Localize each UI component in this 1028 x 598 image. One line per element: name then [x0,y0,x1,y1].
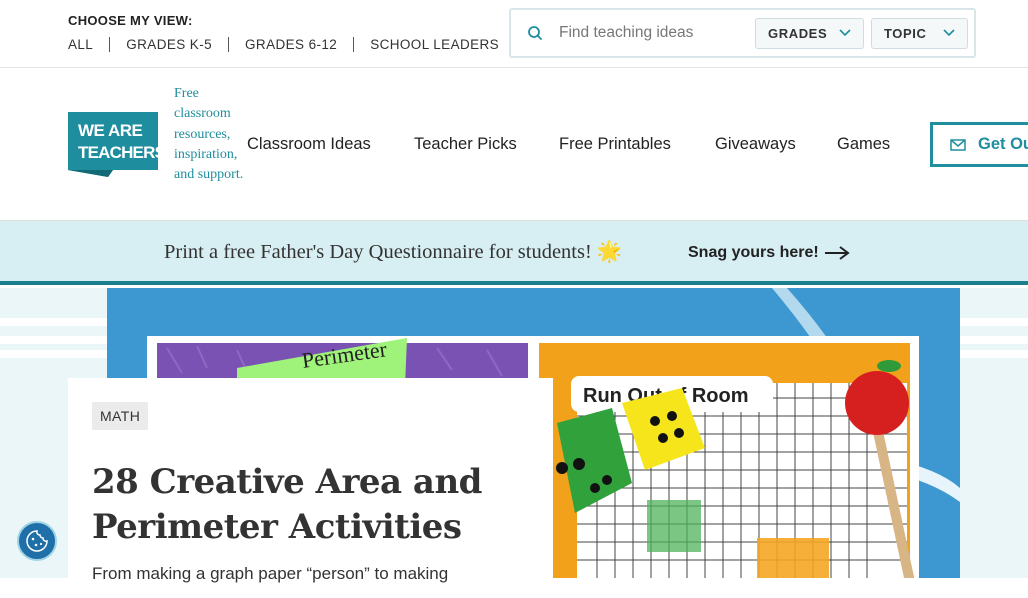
cookie-icon [26,530,48,552]
main-header: WE ARE TEACHERS Free classroom resources… [0,68,1028,221]
nav-free-printables[interactable]: Free Printables [559,135,671,154]
nav-teacher-picks[interactable]: Teacher Picks [414,135,517,154]
mail-icon [950,139,966,151]
view-link-grades-k-5[interactable]: GRADES K-5 [109,37,228,52]
promo-text: Print a free Father's Day Questionnaire … [164,241,623,263]
utility-bar: CHOOSE MY VIEW: ALL GRADES K-5 GRADES 6-… [0,0,1028,68]
grades-dropdown[interactable]: GRADES [755,18,864,49]
nav-games[interactable]: Games [837,135,890,154]
search-icon[interactable] [527,25,543,41]
article-excerpt: From making a graph paper “person” to ma… [92,564,449,583]
grades-dropdown-label: GRADES [768,26,828,41]
logo-text-line-1: WE ARE [78,121,143,140]
site-logo[interactable]: WE ARE TEACHERS [68,112,158,177]
logo-text-line-2: TEACHERS [78,143,158,162]
view-link-all[interactable]: ALL [68,37,109,52]
nav-giveaways[interactable]: Giveaways [715,135,796,154]
search-bar: GRADES TOPIC [509,8,976,58]
topic-dropdown-label: TOPIC [884,26,927,41]
view-selector-links: ALL GRADES K-5 GRADES 6-12 SCHOOL LEADER… [68,37,515,52]
newsletter-button[interactable]: Get Ou [930,122,1028,167]
view-selector-title: CHOOSE MY VIEW: [68,13,193,28]
search-input[interactable] [557,20,747,46]
view-link-school-leaders[interactable]: SCHOOL LEADERS [353,37,515,52]
nav-classroom-ideas[interactable]: Classroom Ideas [247,135,371,154]
cookie-settings-button[interactable] [17,521,57,561]
article-title[interactable]: 28 Creative Area and Perimeter Activitie… [92,460,532,550]
arrow-right-icon[interactable] [824,246,850,260]
promo-link[interactable]: Snag yours here! [688,244,819,262]
newsletter-button-label: Get Ou [978,135,1028,153]
chevron-down-icon [943,29,955,37]
site-tagline: Free classroom resources, inspiration, a… [174,86,244,183]
article-card: MATH 28 Creative Area and Perimeter Acti… [68,378,553,598]
chevron-down-icon [839,29,851,37]
category-tag[interactable]: MATH [92,402,149,430]
view-link-grades-6-12[interactable]: GRADES 6-12 [228,37,353,52]
promo-banner: Print a free Father's Day Questionnaire … [0,221,1028,285]
topic-dropdown[interactable]: TOPIC [871,18,968,49]
